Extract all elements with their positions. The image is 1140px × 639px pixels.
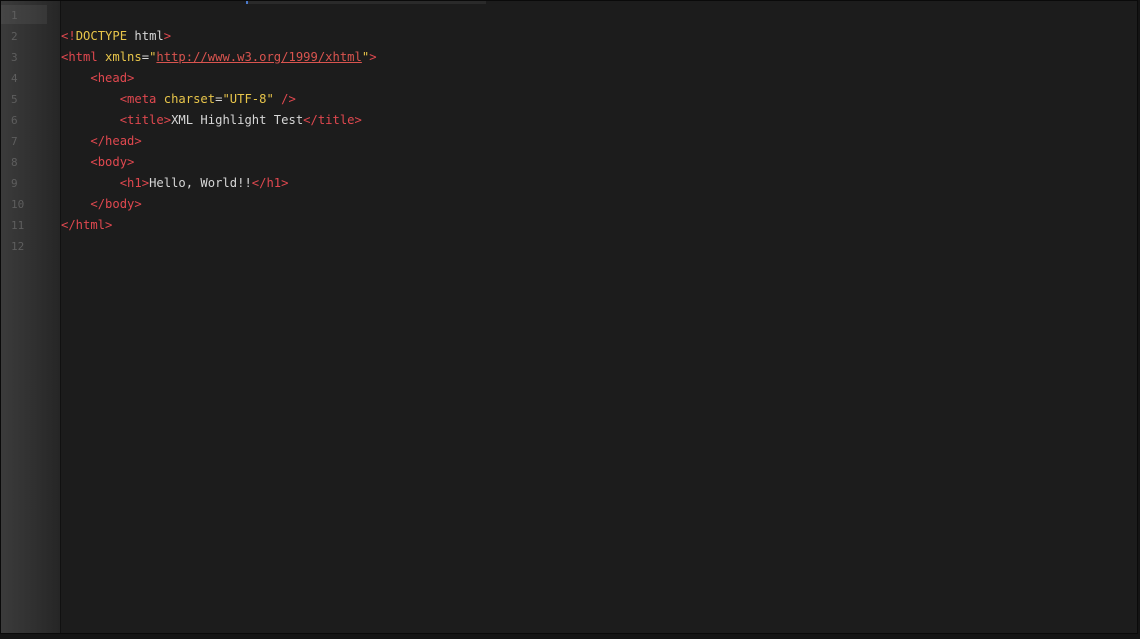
- xml-tag-token: </h1>: [251, 176, 289, 190]
- text-token: Hello, World!!: [149, 176, 252, 190]
- code-line[interactable]: <meta charset="UTF-8" />: [61, 89, 296, 110]
- text-token: =: [141, 50, 150, 64]
- code-editor[interactable]: 1 2 3 4 5 6 7 8 9 10 11 12 <!DOCTYPE html> <html xml…: [0, 0, 1138, 634]
- xml-tag-token: </html>: [61, 218, 113, 232]
- active-line-highlight: [1, 5, 47, 24]
- xml-tag-token: />: [273, 92, 296, 106]
- xml-tag-token: <html: [61, 50, 106, 64]
- code-line[interactable]: <!DOCTYPE html>: [61, 26, 171, 47]
- code-line[interactable]: <html xmlns="http://www.w3.org/1999/xhtm…: [61, 47, 377, 68]
- line-number: 10: [11, 198, 25, 211]
- code-line[interactable]: <h1>Hello, World!!</h1>: [61, 173, 289, 194]
- xml-tag-token: <h1>: [119, 176, 150, 190]
- line-number: 5: [11, 93, 18, 106]
- string-token: "UTF-8": [222, 92, 274, 106]
- line-number: 11: [11, 219, 25, 232]
- line-number: 12: [11, 240, 25, 253]
- code-line[interactable]: </html>: [61, 215, 112, 236]
- xml-tag-token: <!: [61, 29, 76, 43]
- xml-tag-token: >: [369, 50, 377, 64]
- line-number: 1: [11, 9, 18, 22]
- code-line[interactable]: <title>XML Highlight Test</title>: [61, 110, 362, 131]
- code-line[interactable]: </head>: [61, 131, 142, 152]
- xml-tag-token: </head>: [90, 134, 142, 148]
- line-number: 6: [11, 114, 18, 127]
- text-token: html: [127, 29, 164, 43]
- line-number: 9: [11, 177, 18, 190]
- xml-tag-token: <head>: [90, 71, 135, 85]
- line-number: 7: [11, 135, 18, 148]
- line-number: 2: [11, 30, 18, 43]
- code-line[interactable]: <body>: [61, 152, 134, 173]
- xml-tag-token: <body>: [90, 155, 135, 169]
- attribute-name-token: xmlns: [105, 50, 142, 64]
- url-link-token[interactable]: http://www.w3.org/1999/xhtml: [156, 50, 361, 64]
- xml-tag-token: </body>: [90, 197, 142, 211]
- code-line[interactable]: <head>: [61, 68, 134, 89]
- xml-tag-token: >: [163, 29, 172, 43]
- line-number: 8: [11, 156, 18, 169]
- doctype-token: DOCTYPE: [75, 29, 128, 43]
- line-number-gutter: 1 2 3 4 5 6 7 8 9 10 11 12: [1, 1, 61, 633]
- xml-tag-token: <title>: [119, 113, 172, 127]
- xml-tag-token: </title>: [303, 113, 362, 127]
- code-line[interactable]: </body>: [61, 194, 142, 215]
- line-number: 4: [11, 72, 18, 85]
- text-token: XML Highlight Test: [171, 113, 304, 127]
- attribute-name-token: charset: [163, 92, 216, 106]
- code-text-area[interactable]: <!DOCTYPE html> <html xmlns="http://www.w…: [61, 1, 1137, 633]
- line-number: 3: [11, 51, 18, 64]
- xml-tag-token: <meta: [119, 92, 164, 106]
